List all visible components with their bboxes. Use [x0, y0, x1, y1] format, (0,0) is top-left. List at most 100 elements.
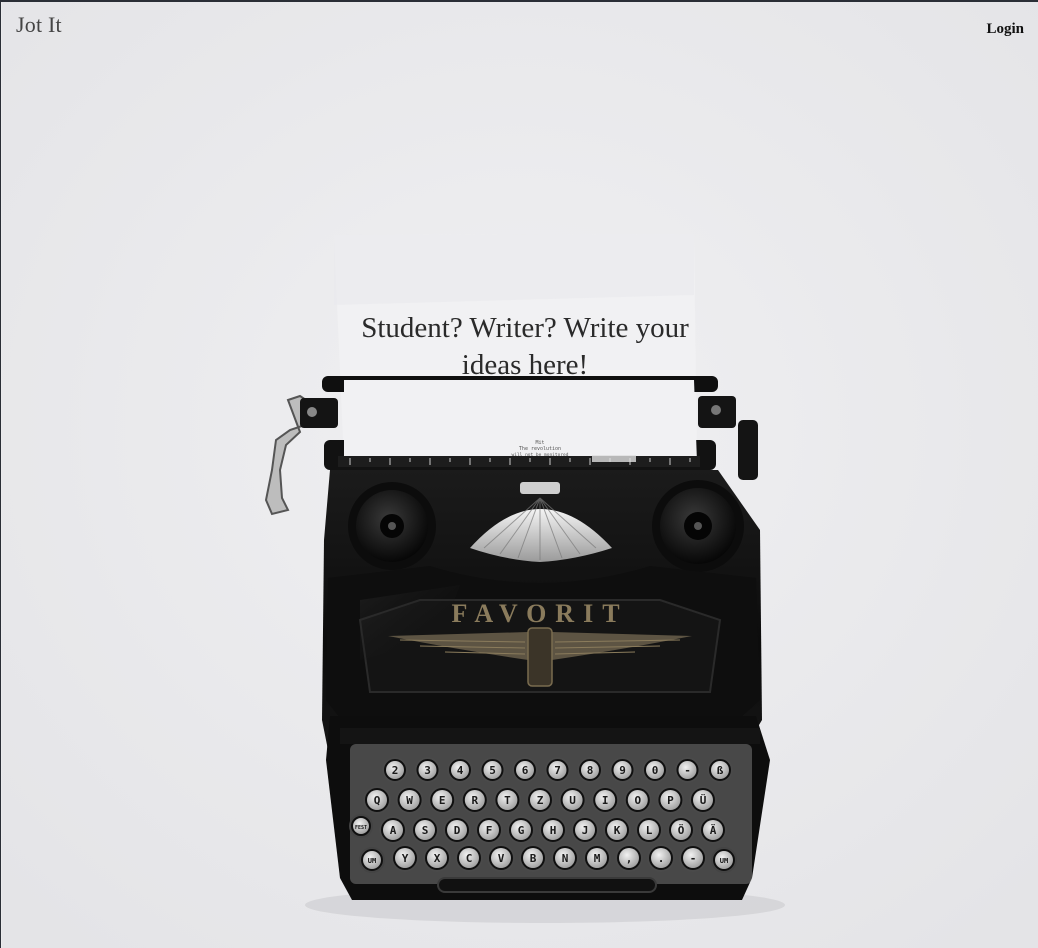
typewriter-key: Y — [391, 844, 419, 872]
typewriter-key: O — [623, 786, 652, 814]
key-legend: W — [406, 794, 413, 807]
key-legend: H — [550, 824, 557, 837]
key-legend: C — [466, 852, 473, 865]
key-legend: Ö — [678, 823, 685, 837]
key-legend: O — [634, 794, 641, 807]
typewriter-key: 2 — [382, 757, 408, 783]
brand-plate: FAVORIT — [451, 599, 628, 628]
key-legend: L — [646, 824, 653, 837]
key-legend: T — [504, 794, 511, 807]
typewriter-key: R — [460, 786, 489, 814]
typewriter-key: F — [475, 816, 503, 844]
login-link[interactable]: Login — [986, 21, 1024, 38]
key-legend: - — [690, 852, 697, 865]
key-fest: FEST — [349, 814, 373, 838]
key-legend: K — [614, 824, 621, 837]
hero-headline-line-2: ideas here! — [461, 349, 589, 381]
key-legend: Q — [374, 794, 381, 807]
key-legend: I — [602, 794, 609, 807]
key-legend: - — [684, 764, 691, 777]
hero-image: Mit The revolution will not be monitored… — [2, 2, 1038, 948]
typewriter-key: P — [656, 786, 685, 814]
typewriter-key: - — [679, 844, 707, 872]
key-legend: A — [390, 824, 397, 837]
key-legend: , — [626, 852, 633, 865]
typewriter-key: N — [551, 844, 579, 872]
key-legend: N — [562, 852, 569, 865]
typewriter-key: J — [571, 816, 599, 844]
right-ribbon-spool — [652, 480, 744, 572]
key-legend: E — [439, 794, 446, 807]
svg-text:FEST: FEST — [355, 825, 367, 831]
space-bar — [437, 877, 657, 893]
key-row-numbers: 2 3 4 5 6 7 8 9 0 - ß — [382, 757, 733, 783]
typewriter-key: 7 — [544, 757, 571, 783]
key-legend: Y — [402, 852, 409, 865]
typewriter-key: Ä — [699, 816, 727, 844]
key-legend: 9 — [619, 764, 626, 777]
typewriter-key: K — [603, 816, 631, 844]
key-legend: 4 — [457, 764, 464, 777]
typewriter-key: . — [647, 844, 675, 872]
typewriter-key: E — [428, 786, 457, 814]
typewriter-key: 9 — [609, 757, 636, 783]
key-row-2: A S DF G H J K L Ö Ä — [379, 816, 727, 844]
typewriter-key: I — [591, 786, 620, 814]
typewriter-key: H — [539, 816, 567, 844]
typewriter-key: Z — [526, 786, 554, 814]
typewriter-key: B — [519, 844, 547, 872]
hero-headline-line-1: Student? Writer? Write your — [361, 312, 689, 344]
paper-note-2: The revolution — [519, 446, 561, 452]
key-legend: M — [594, 852, 601, 865]
key-legend: X — [434, 852, 441, 865]
key-legend: Ü — [700, 793, 707, 807]
typewriter-key: Q — [363, 786, 391, 814]
brand-logo[interactable]: Jot It — [16, 12, 62, 38]
left-ribbon-spool — [348, 482, 436, 570]
key-legend: Z — [537, 794, 544, 807]
key-row-1: QWERTZUIOPÜ — [363, 786, 717, 814]
key-legend: 2 — [392, 764, 399, 777]
typewriter-key: U — [558, 786, 587, 814]
svg-text:UM: UM — [368, 857, 376, 865]
key-legend: ß — [717, 764, 724, 777]
typewriter-key: S — [411, 816, 439, 844]
key-um-left: UM — [359, 847, 385, 873]
key-legend: J — [582, 824, 589, 837]
typewriter-key: 6 — [512, 757, 538, 783]
typewriter-key: , — [615, 844, 643, 872]
typewriter-key: ß — [707, 757, 733, 783]
key-legend: B — [530, 852, 537, 865]
type-guide — [520, 482, 560, 494]
typewriter-key: - — [674, 757, 701, 783]
key-legend: Ä — [710, 823, 717, 837]
typewriter-key: 8 — [577, 757, 603, 783]
paper-guide — [592, 455, 636, 462]
svg-text:UM: UM — [720, 857, 728, 865]
key-legend: V — [498, 852, 505, 865]
key-legend: G — [518, 824, 525, 837]
paper-note-3: will not be monitored — [512, 452, 569, 458]
key-lever-bar — [340, 728, 760, 744]
key-legend: U — [569, 794, 576, 807]
typewriter-key: T — [493, 786, 522, 814]
key-legend: R — [471, 794, 478, 807]
typewriter-key: 5 — [479, 757, 506, 783]
key-legend: 8 — [587, 764, 594, 777]
hero-headline: Student? Writer? Write your ideas here! — [340, 310, 710, 384]
typewriter-key: D — [443, 816, 471, 844]
typewriter-key: M — [583, 844, 611, 872]
typewriter-key: X — [423, 844, 451, 872]
typewriter-key: 0 — [642, 757, 668, 783]
typewriter-key: Ü — [689, 786, 717, 814]
paper-fold — [334, 234, 694, 305]
typewriter-key: Ö — [667, 816, 695, 844]
key-legend: 6 — [522, 764, 529, 777]
key-legend: P — [667, 794, 674, 807]
key-legend: . — [658, 852, 665, 865]
typewriter-key: A — [379, 816, 407, 844]
key-legend: 0 — [652, 764, 659, 777]
key-legend: 5 — [489, 764, 496, 777]
key-legend: 7 — [554, 764, 561, 777]
key-legend: S — [422, 824, 429, 837]
